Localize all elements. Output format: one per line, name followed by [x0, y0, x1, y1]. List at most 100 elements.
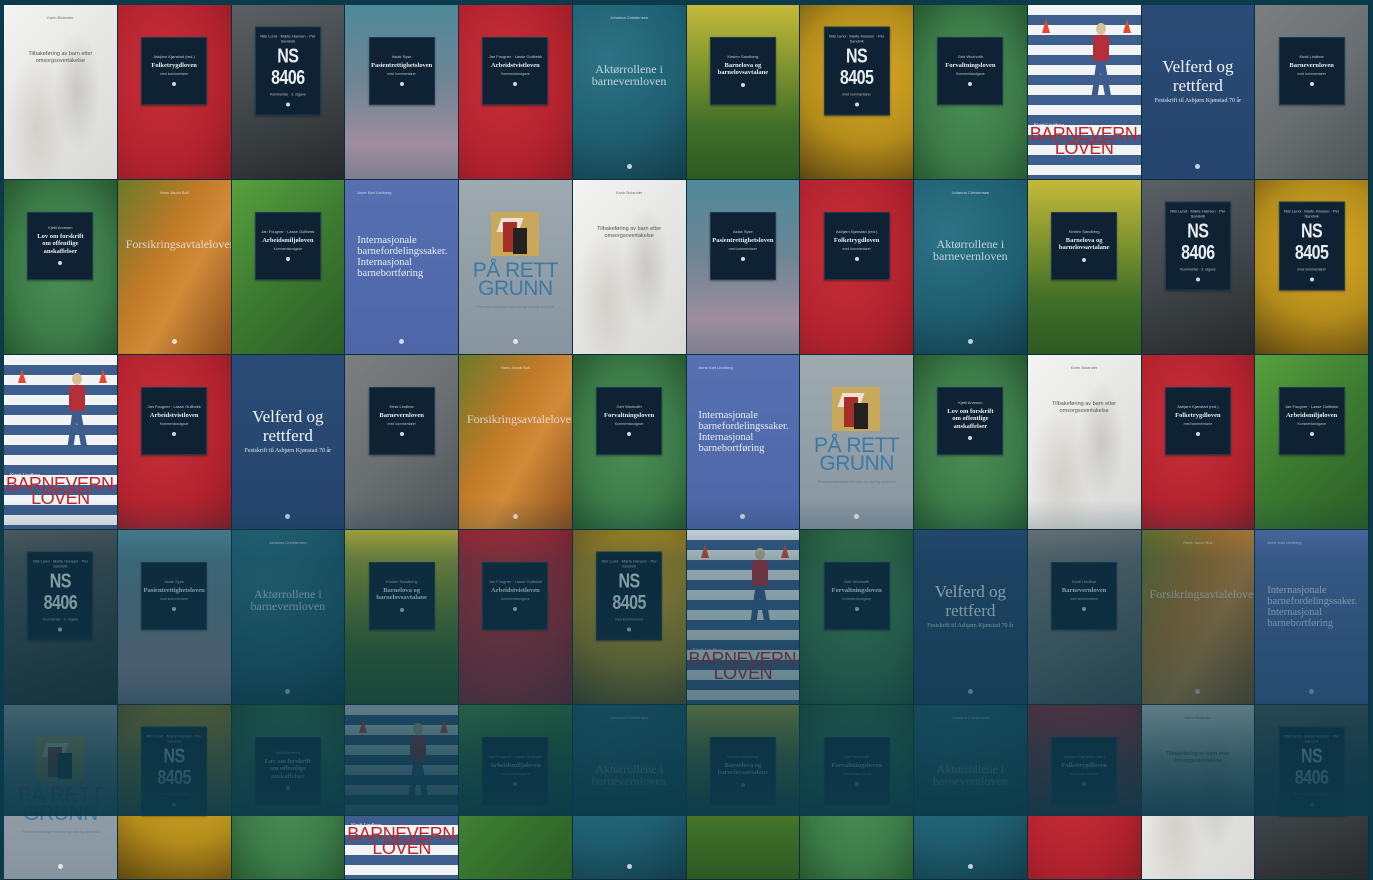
- book-cover-akatt[interactable]: Johanna Christensen Aktørrollene i barnev…: [914, 705, 1028, 880]
- book-cover-barnevernloven[interactable]: Kirsti Lindboe BARNEVERN- LOVEN: [4, 355, 118, 530]
- book-cover-ns8406[interactable]: Nils Lund · Marte Hansen · Per Sandvik NS…: [1141, 180, 1256, 355]
- book-cover-velferd[interactable]: Velferd og rettferd Festskrift til Asbjør…: [231, 355, 346, 530]
- book-cover-forvaltnings[interactable]: Geir Woxholth Forvaltningsloven Kommentaru…: [800, 705, 914, 880]
- cover-background: [914, 705, 1027, 879]
- book-cover-lov_om_forskrift[interactable]: Kjetil Arvesen Lov om forskrift om offent…: [4, 180, 118, 355]
- book-cover-paa_rett[interactable]: PÅ RETT GRUNN Fremmedrettslige forhold og…: [4, 705, 118, 880]
- title-plate: Geir Woxholth Forvaltningsloven Kommentaru…: [937, 37, 1004, 106]
- book-cover-barnevernloven[interactable]: Kirsti Lindboe BARNEVERN- LOVEN: [1027, 5, 1142, 180]
- cover-author: Hans Jacob Bull: [500, 365, 530, 370]
- book-cover-lov_om_forskrift[interactable]: Kjetil Arvesen Lov om forskrift om offent…: [231, 705, 346, 880]
- book-cover-internasjonale[interactable]: Anne Kari Lindberg Internasjonale barnefo…: [686, 355, 801, 530]
- book-cover-paa_rett[interactable]: PÅ RETT GRUNN Fremmedrettslige forhold og…: [459, 180, 573, 355]
- book-cover-barnevern_gray[interactable]: Kirsti Lindboe Barnevernloven med kommenta…: [1027, 530, 1142, 705]
- house-image: [491, 212, 539, 256]
- cover-edition: Kommentarutgave: [842, 596, 871, 601]
- book-cover-arbeidstvist[interactable]: Jan Fougner · Lasse Gullbekk Arbeidstvist…: [117, 355, 232, 530]
- cover-subtitle: Fremmedrettslige forhold og ulovlig opph…: [817, 479, 896, 484]
- cover-author: Aslak Syse: [391, 54, 412, 60]
- book-cover-forsikringsavtale[interactable]: Hans Jacob Bull Forsikringsavtaleloven: [1141, 530, 1256, 705]
- cover-title: Tilbakeføring av barn etter omsorgsovert…: [1052, 401, 1117, 414]
- book-cover-tilbakeforing[interactable]: Karin Bolander Tilbakeføring av barn ette…: [1141, 705, 1256, 880]
- child-running-image: [66, 373, 88, 451]
- book-cover-barnelov[interactable]: Kirsten Sandberg Barnelova og barnelovsav…: [686, 705, 801, 880]
- book-cover-ns8406[interactable]: Nils Lund · Marte Hansen · Per Sandvik NS…: [1255, 705, 1369, 880]
- book-cover-arbeidstvist[interactable]: Jan Fougner · Lasse Gullbekk Arbeidstvist…: [459, 5, 573, 180]
- book-cover-grid: Karin Bolander Tilbakeføring av barn ette…: [4, 5, 1369, 880]
- book-cover-barnevernloven[interactable]: Kirsti Lindboe BARNEVERN- LOVEN: [345, 705, 459, 880]
- book-cover-forvaltnings[interactable]: Geir Woxholth Forvaltningsloven Kommentaru…: [572, 355, 687, 530]
- book-cover-folketrygd[interactable]: Asbjørn Kjønstad (red.) Folketrygdloven me…: [1141, 355, 1256, 530]
- book-cover-forsikringsavtale[interactable]: Hans Jacob Bull Forsikringsavtaleloven: [117, 180, 232, 355]
- title-plate: Geir Woxholth Forvaltningsloven Kommentaru…: [596, 387, 663, 456]
- book-cover-arbeidsmiljo[interactable]: Jan Fougner · Lasse Gullbekk Arbeidsmiljø…: [1255, 355, 1369, 530]
- book-cover-barnelov[interactable]: Kirsten Sandberg Barnelova og barnelovsav…: [686, 5, 801, 180]
- book-cover-arbeidsmiljo[interactable]: Jan Fougner · Lasse Gullbekk Arbeidsmiljø…: [459, 705, 573, 880]
- book-cover-tilbakeforing[interactable]: Karin Bolander Tilbakeføring av barn ette…: [572, 180, 687, 355]
- cover-title: NS 8405: [157, 746, 191, 789]
- book-cover-akatt[interactable]: Johanna Christensen Aktørrollene i barnev…: [572, 5, 687, 180]
- cover-title: Aktørrollene i barnevernloven: [933, 237, 1008, 263]
- cover-background: [117, 180, 231, 354]
- publisher-logo-icon: [967, 339, 973, 344]
- book-cover-ns8406[interactable]: Nils Lund · Marte Hansen · Per Sandvik NS…: [4, 530, 118, 705]
- book-cover-akatt[interactable]: Johanna Christensen Aktørrollene i barnev…: [572, 705, 687, 880]
- publisher-logo-icon: [172, 606, 177, 611]
- publisher-logo-icon: [626, 864, 632, 869]
- book-cover-barnelov[interactable]: Kirsten Sandberg Barnelova og barnelovsav…: [345, 530, 459, 705]
- book-cover-barnelov[interactable]: Kirsten Sandberg Barnelova og barnelovsav…: [1027, 180, 1142, 355]
- book-cover-barnevern_gray[interactable]: Kirsti Lindboe Barnevernloven med kommenta…: [1255, 5, 1369, 180]
- cover-edition: med kommentarer: [1069, 596, 1099, 601]
- book-cover-akatt[interactable]: Johanna Christensen Aktørrollene i barnev…: [231, 530, 346, 705]
- title-plate: Jan Fougner · Lasse Gullbekk Arbeidstvist…: [141, 387, 208, 456]
- book-cover-velferd[interactable]: Velferd og rettferd Festskrift til Asbjør…: [914, 530, 1028, 705]
- book-cover-pasient[interactable]: Aslak Syse Pasientrettighetsloven med komm…: [117, 530, 232, 705]
- cover-title: Arbeidstvistloven: [491, 62, 540, 70]
- abstract-swirl-image: [4, 5, 117, 179]
- cover-title: BARNEVERN- LOVEN: [6, 474, 118, 508]
- cover-author: Johanna Christensen: [951, 715, 990, 720]
- title-plate: Jan Fougner · Lasse Gullbekk Arbeidsmiljø…: [254, 212, 321, 281]
- book-cover-pasient[interactable]: Aslak Syse Pasientrettighetsloven med komm…: [686, 180, 801, 355]
- publisher-logo-icon: [740, 782, 745, 787]
- book-cover-tilbakeforing[interactable]: Karin Bolander Tilbakeføring av barn ette…: [1027, 355, 1142, 530]
- publisher-logo-icon: [1309, 802, 1314, 807]
- book-cover-tilbakeforing[interactable]: Karin Bolander Tilbakeføring av barn ette…: [4, 5, 118, 180]
- book-cover-ns8406[interactable]: Nils Lund · Marte Hansen · Per Sandvik NS…: [231, 5, 346, 180]
- publisher-logo-icon: [513, 781, 518, 786]
- cover-title: Aktørrollene i barnevernloven: [591, 762, 667, 788]
- cover-title: Folketrygdloven: [151, 62, 197, 70]
- book-cover-arbeidsmiljo[interactable]: Jan Fougner · Lasse Gullbekk Arbeidsmiljø…: [231, 180, 346, 355]
- book-cover-internasjonale[interactable]: Anne Kari Lindberg Internasjonale barnefo…: [345, 180, 459, 355]
- book-cover-folketrygd[interactable]: Asbjørn Kjønstad (red.) Folketrygdloven me…: [800, 180, 914, 355]
- book-cover-forsikringsavtale[interactable]: Hans Jacob Bull Forsikringsavtaleloven: [459, 355, 573, 530]
- book-cover-folketrygd[interactable]: Asbjørn Kjønstad (red.) Folketrygdloven me…: [117, 5, 232, 180]
- abstract-swirl-image: [572, 180, 686, 354]
- cover-author: Karin Bolander: [47, 15, 74, 20]
- cover-edition: med kommentarer: [1297, 267, 1326, 272]
- book-cover-internasjonale[interactable]: Anne Kari Lindberg Internasjonale barnefo…: [1255, 530, 1369, 705]
- book-cover-paa_rett[interactable]: PÅ RETT GRUNN Fremmedrettslige forhold og…: [800, 355, 914, 530]
- book-cover-lov_om_forskrift[interactable]: Kjetil Arvesen Lov om forskrift om offent…: [914, 355, 1028, 530]
- cover-author: Nils Lund · Marte Hansen · Per Sandvik: [1284, 733, 1340, 744]
- book-cover-velferd[interactable]: Velferd og rettferd Festskrift til Asbjør…: [1141, 5, 1256, 180]
- book-cover-arbeidstvist[interactable]: Jan Fougner · Lasse Gullbekk Arbeidstvist…: [459, 530, 573, 705]
- cover-title: Arbeidsmiljøloven: [489, 762, 542, 770]
- cover-author: Jan Fougner · Lasse Gullbekk: [488, 54, 543, 60]
- book-cover-forvaltnings[interactable]: Geir Woxholth Forvaltningsloven Kommentaru…: [914, 5, 1028, 180]
- book-cover-ns8405[interactable]: Nils Lund · Marte Hansen · Per Sandvik NS…: [1255, 180, 1369, 355]
- book-cover-pasient[interactable]: Aslak Syse Pasientrettighetsloven med komm…: [345, 5, 459, 180]
- book-cover-akatt[interactable]: Johanna Christensen Aktørrollene i barnev…: [914, 180, 1028, 355]
- book-cover-barnevernloven[interactable]: Kirsti Lindboe BARNEVERN- LOVEN: [686, 530, 801, 705]
- book-cover-forvaltnings[interactable]: Geir Woxholth Forvaltningsloven Kommentaru…: [800, 530, 914, 705]
- cover-edition: Kommentar · 3. utgave: [42, 617, 79, 622]
- title-plate: Aslak Syse Pasientrettighetsloven med komm…: [141, 562, 208, 631]
- cover-edition: Kommentarutgave: [842, 771, 871, 776]
- book-cover-barnevern_gray[interactable]: Kirsti Lindboe Barnevernloven med kommenta…: [345, 355, 459, 530]
- book-cover-ns8405[interactable]: Nils Lund · Marte Hansen · Per Sandvik NS…: [117, 705, 232, 880]
- title-plate: Asbjørn Kjønstad (red.) Folketrygdloven me…: [141, 37, 208, 106]
- book-cover-ns8405[interactable]: Nils Lund · Marte Hansen · Per Sandvik NS…: [572, 530, 687, 705]
- book-cover-folketrygd[interactable]: Asbjørn Kjønstad (red.) Folketrygdloven me…: [1027, 705, 1142, 880]
- traffic-cone-icon: [1122, 19, 1131, 33]
- book-cover-ns8405[interactable]: Nils Lund · Marte Hansen · Per Sandvik NS…: [800, 5, 914, 180]
